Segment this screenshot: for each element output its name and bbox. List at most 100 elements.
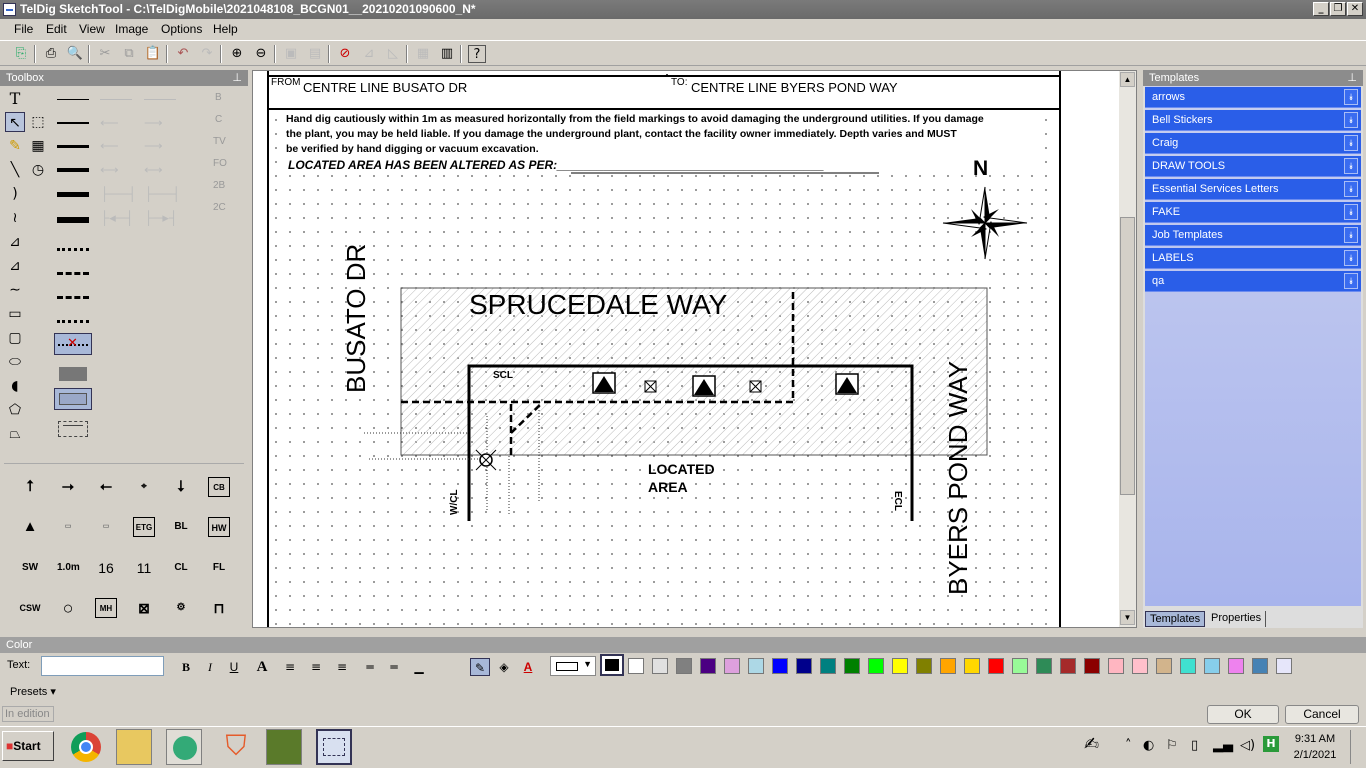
- line-tool-icon[interactable]: ╲: [5, 160, 25, 180]
- stamp-etg[interactable]: ETG: [133, 517, 155, 537]
- color-swatch[interactable]: [1228, 658, 1244, 674]
- flag-icon[interactable]: ⚐: [1166, 738, 1178, 753]
- align-right-icon[interactable]: ◺: [384, 45, 402, 63]
- ungroup-icon[interactable]: ▤: [306, 45, 324, 63]
- stamp-sw[interactable]: SW: [19, 558, 41, 578]
- close-button[interactable]: ✕: [1347, 2, 1363, 16]
- arrow-both-icon[interactable]: ⟷: [100, 162, 119, 178]
- circle-stamp-icon[interactable]: ○: [57, 598, 79, 618]
- chrome-icon[interactable]: [68, 729, 104, 765]
- dimension-text-tool-icon[interactable]: ⊿: [5, 256, 25, 276]
- line-type-b[interactable]: B: [215, 92, 222, 103]
- color-swatch[interactable]: [1012, 658, 1028, 674]
- polygon-tool-icon[interactable]: ◖: [5, 376, 25, 396]
- copy-icon[interactable]: ⧉: [120, 45, 138, 63]
- trapezoid-tool-icon[interactable]: ⏢: [5, 424, 25, 444]
- utility-line-icon[interactable]: ✕: [54, 333, 92, 355]
- group-icon[interactable]: ▣: [282, 45, 300, 63]
- dim-arrow-2-icon[interactable]: ├─▸┤: [144, 210, 178, 226]
- stamp-bl[interactable]: BL: [170, 517, 192, 537]
- color-swatch[interactable]: [724, 658, 740, 674]
- scroll-down-icon[interactable]: ▼: [1120, 610, 1135, 625]
- clock-time[interactable]: 9:31 AM: [1290, 733, 1340, 745]
- color-swatch[interactable]: [796, 658, 812, 674]
- template-labels[interactable]: LABELS ⯯: [1145, 248, 1361, 269]
- box-x-icon[interactable]: ⊠: [133, 598, 155, 618]
- color-swatch[interactable]: [652, 658, 668, 674]
- fill-style-select[interactable]: ▼: [550, 656, 596, 676]
- sketchtool-app-icon[interactable]: [316, 729, 352, 765]
- h-app-icon[interactable]: H: [1263, 736, 1279, 752]
- menu-view[interactable]: View: [79, 22, 105, 36]
- color-swatch[interactable]: [1180, 658, 1196, 674]
- curve-tool-icon[interactable]: ≀: [5, 208, 25, 228]
- chevron-down-icon[interactable]: ⯯: [1344, 250, 1358, 266]
- color-swatch[interactable]: [1276, 658, 1292, 674]
- align-left-icon[interactable]: ⊿: [360, 45, 378, 63]
- color-swatch[interactable]: [820, 658, 836, 674]
- text-input[interactable]: [41, 656, 164, 676]
- align-right-icon[interactable]: ≡: [332, 658, 352, 676]
- zoom-out-icon[interactable]: ⊖: [252, 45, 270, 63]
- sketch-canvas[interactable]: FROM CENTRE LINE BUSATO DR TO: CENTRE LI…: [252, 70, 1137, 628]
- clock-tool-icon[interactable]: ◷: [28, 160, 48, 180]
- volume-icon[interactable]: ◁): [1240, 738, 1255, 753]
- calendar-tool-icon[interactable]: ▦: [28, 136, 48, 156]
- dimension-tool-icon[interactable]: ⊿: [5, 232, 25, 252]
- template-essential-services[interactable]: Essential Services Letters ⯯: [1145, 179, 1361, 200]
- select-tool-icon[interactable]: ↖: [5, 112, 25, 132]
- template-craig[interactable]: Craig ⯯: [1145, 133, 1361, 154]
- italic-button[interactable]: I: [200, 658, 220, 676]
- menu-edit[interactable]: Edit: [46, 22, 67, 36]
- template-qa[interactable]: qa ⯯: [1145, 271, 1361, 292]
- freehand-tool-icon[interactable]: ∼: [5, 280, 25, 300]
- ellipse-tool-icon[interactable]: ⬭: [5, 352, 25, 372]
- arrow-right-icon[interactable]: ⟶: [144, 115, 163, 131]
- font-icon[interactable]: A: [252, 658, 272, 676]
- clock-date[interactable]: 2/1/2021: [1290, 749, 1340, 761]
- layers-icon[interactable]: ▦: [414, 45, 432, 63]
- notes-icon[interactable]: ✍: [1084, 734, 1099, 755]
- underline-button[interactable]: U: [224, 658, 244, 676]
- restore-button[interactable]: ❐: [1330, 2, 1346, 16]
- color-swatch[interactable]: [988, 658, 1004, 674]
- menu-help[interactable]: Help: [213, 22, 238, 36]
- ok-button[interactable]: OK: [1207, 705, 1279, 724]
- file-explorer-icon[interactable]: [116, 729, 152, 765]
- redo-icon[interactable]: ↷: [198, 45, 216, 63]
- stamp-cb[interactable]: CB: [208, 477, 230, 497]
- minimize-button[interactable]: _: [1313, 2, 1329, 16]
- current-color[interactable]: [600, 654, 624, 676]
- chevron-down-icon[interactable]: ⯯: [1344, 181, 1358, 197]
- show-desktop-button[interactable]: [1350, 730, 1364, 764]
- arrow-right-2-icon[interactable]: ⟶: [144, 138, 163, 154]
- new-icon[interactable]: ⎘: [12, 45, 30, 63]
- signal-icon[interactable]: ▂▄: [1213, 738, 1233, 753]
- arrow-down-icon[interactable]: ⭣: [170, 477, 192, 497]
- arrow-both-2-icon[interactable]: ⟷: [144, 162, 163, 178]
- network-app-icon[interactable]: [166, 729, 202, 765]
- cut-icon[interactable]: ✂: [96, 45, 114, 63]
- stamp-11[interactable]: 11: [133, 558, 155, 578]
- scroll-thumb[interactable]: [1120, 217, 1135, 495]
- color-swatch[interactable]: [868, 658, 884, 674]
- color-swatch[interactable]: [1108, 658, 1124, 674]
- color-swatch[interactable]: [940, 658, 956, 674]
- template-fake[interactable]: FAKE ⯯: [1145, 202, 1361, 223]
- color-swatch[interactable]: [892, 658, 908, 674]
- template-job-templates[interactable]: Job Templates ⯯: [1145, 225, 1361, 246]
- color-swatch[interactable]: [1084, 658, 1100, 674]
- line-color-icon[interactable]: ✎: [470, 658, 490, 676]
- brave-icon[interactable]: ⛉: [218, 729, 254, 765]
- marquee-tool-icon[interactable]: ⬚: [28, 112, 48, 132]
- arrow-left-stamp-icon[interactable]: ⭠: [95, 477, 117, 497]
- color-swatch[interactable]: [700, 658, 716, 674]
- grid-icon[interactable]: ▥: [438, 45, 456, 63]
- spacing-1-icon[interactable]: ═: [360, 658, 380, 676]
- template-arrows[interactable]: arrows ⯯: [1145, 87, 1361, 108]
- scroll-up-icon[interactable]: ▲: [1120, 72, 1135, 87]
- stamp-csw[interactable]: CSW: [19, 598, 41, 618]
- chevron-down-icon[interactable]: ⯯: [1344, 227, 1358, 243]
- fill-dark-icon[interactable]: [59, 367, 87, 381]
- presets-dropdown[interactable]: Presets ▾: [10, 685, 56, 698]
